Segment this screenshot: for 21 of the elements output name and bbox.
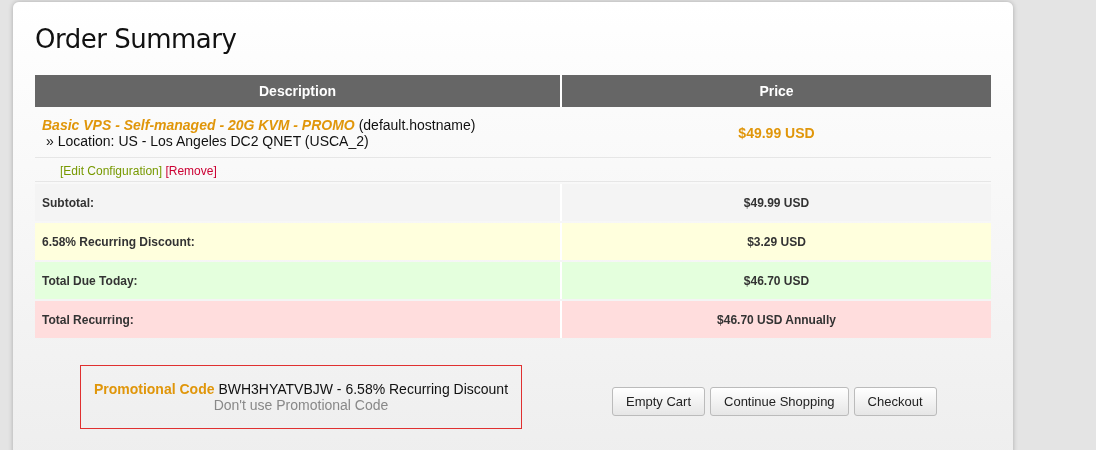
product-name: Basic VPS - Self-managed - 20G KVM - PROMO [42, 117, 355, 133]
total-value: $3.29 USD [746, 233, 807, 251]
product-price: $49.99 USD [562, 109, 991, 158]
total-value: $49.99 USD [742, 194, 811, 212]
column-header: Price [562, 75, 991, 107]
hostname: (default.hostname) [358, 117, 476, 133]
cart-button[interactable]: Empty Cart [612, 386, 705, 416]
total-label: Total Recurring: [35, 301, 562, 338]
product-detail: » Location: US - Los Angeles DC2 QNET (USCA_2) [45, 133, 370, 149]
promo-code: BWH3HYATVBJW - 6.58% Recurring Discount [218, 381, 509, 397]
total-label: Total Due Today: [35, 262, 562, 299]
remove-link[interactable]: [Remove] [165, 163, 217, 178]
total-label: Subtotal: [35, 184, 562, 221]
page-title: Order Summary [35, 24, 238, 54]
cart-button[interactable]: Continue Shopping [710, 386, 849, 416]
total-value: $46.70 USD [742, 272, 811, 290]
total-label: 6.58% Recurring Discount: [35, 223, 562, 260]
total-value: $46.70 USD Annually [716, 311, 837, 329]
promo-label: Promotional Code [93, 381, 215, 397]
column-header: Description [35, 75, 562, 107]
cart-button[interactable]: Checkout [853, 386, 937, 416]
